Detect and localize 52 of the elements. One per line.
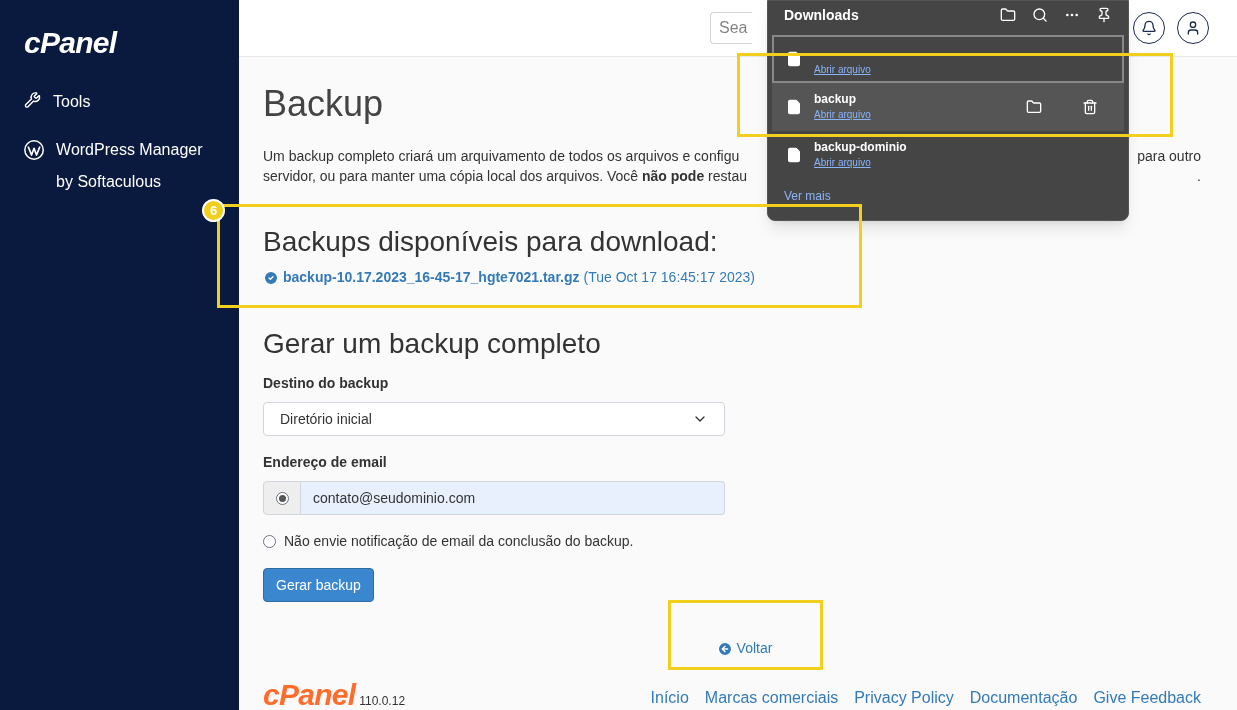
section-heading: Backups disponíveis para download: [263,225,718,259]
wordpress-logo-icon [24,138,45,162]
file-icon [786,147,802,163]
section-heading: Gerar um backup completo [263,327,601,361]
cpanel-logo[interactable]: cPanel [24,28,215,58]
back-link[interactable]: Voltar [716,638,773,659]
user-icon [1185,20,1201,36]
file-icon [786,99,802,115]
see-more-link[interactable]: Ver mais [784,187,831,205]
download-item[interactable]: Abrir arquivo [772,35,1124,83]
destination-select[interactable]: Diretório inicial [263,402,725,436]
open-file-link[interactable]: Abrir arquivo [814,107,871,122]
field-label: Destino do backup [263,374,389,393]
search-field[interactable]: Sea [710,12,752,44]
folder-icon[interactable] [1000,7,1016,23]
sidebar-item[interactable]: Tools [53,86,215,118]
option-label: Não envie notificação de email da conclusão do backup. [284,532,634,551]
download-item[interactable]: backup Abrir arquivo [772,83,1124,131]
check-icon [263,269,279,286]
version-text: 110.0.12 [359,693,406,710]
page-title: Backup [263,82,384,126]
footer-link[interactable]: Início [650,686,689,710]
open-file-link[interactable]: Abrir arquivo [814,155,871,170]
file-name: backup-dominio [814,140,908,155]
footer-link[interactable]: Marcas comerciais [704,686,839,710]
radio-button[interactable] [275,491,289,505]
file-icon [786,51,802,67]
description-text: Um backup completo criará um arquivamento de todos os arquivos e configu [263,147,740,166]
field-label: Endereço de email [263,453,387,472]
description-text: . [1197,167,1201,186]
email-field[interactable]: contato@seudominio.com [301,481,725,515]
panel-title: Downloads [784,5,859,25]
footer-link[interactable]: Privacy Policy [854,686,954,710]
tools-icon [24,90,42,110]
bell-icon [1141,20,1157,36]
trash-icon[interactable] [1082,99,1098,115]
file-name: backup [814,92,857,107]
backup-date: (Tue Oct 17 16:45:17 2023) [583,268,755,287]
generate-backup-button[interactable]: Gerar backup [263,568,374,602]
search-icon[interactable] [1032,7,1048,23]
radio-button[interactable] [263,535,276,548]
footer-link[interactable]: Documentação [969,686,1078,710]
download-item[interactable]: backup-dominio Abrir arquivo [772,131,1124,179]
cpanel-logo: cPanel [263,680,356,710]
open-file-link[interactable]: Abrir arquivo [814,62,871,77]
backup-file-link[interactable]: backup-10.17.2023_16-45-17_hgte7021.tar.gz [283,267,580,288]
description-text: para outro [1137,147,1201,166]
sidebar-item[interactable]: WordPress Manager by Softaculous [56,134,215,198]
pin-icon[interactable] [1096,7,1112,23]
footer-link[interactable]: Give Feedback [1093,686,1201,710]
folder-icon[interactable] [1026,99,1042,115]
description-text: servidor, ou para manter uma cópia local dos arquivos. Você não pode restau [263,167,748,186]
